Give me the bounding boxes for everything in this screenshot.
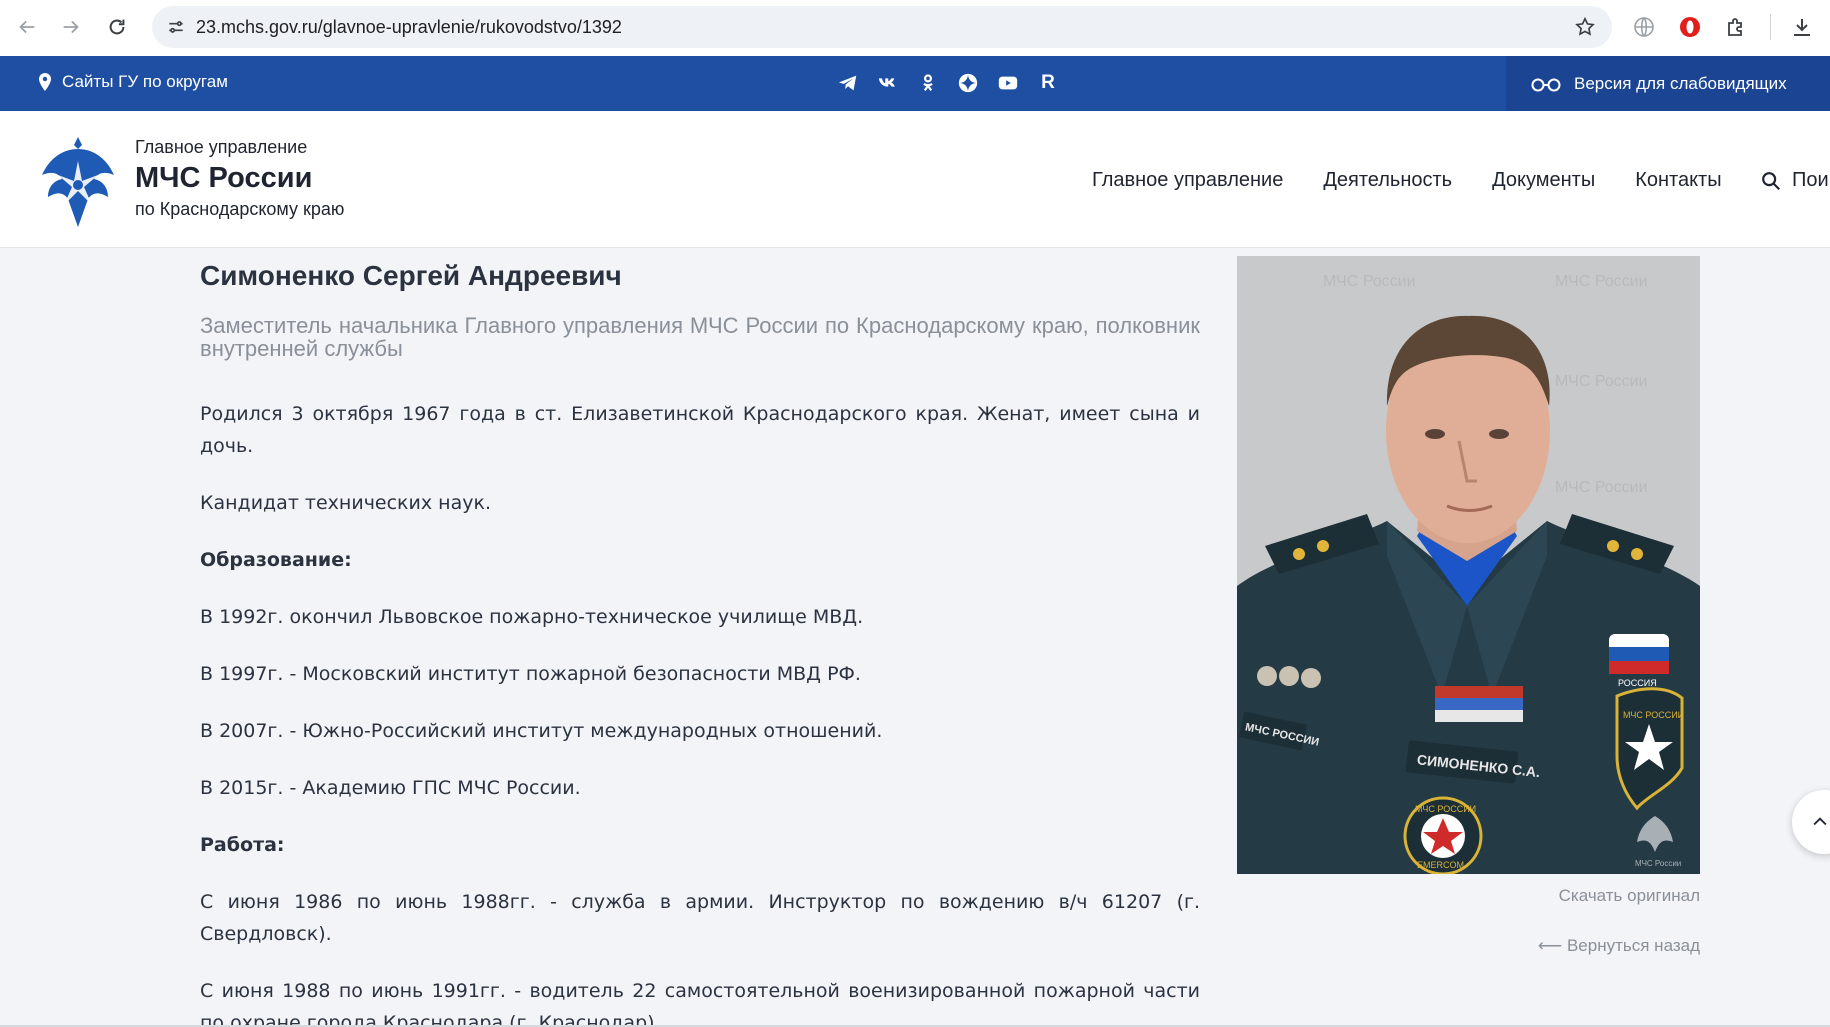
youtube-icon[interactable] (996, 69, 1020, 97)
browser-toolbar: 23.mchs.gov.ru/glavnoe-upravlenie/rukovo… (0, 0, 1830, 56)
url-text[interactable]: 23.mchs.gov.ru/glavnoe-upravlenie/rukovo… (196, 17, 622, 38)
main-navigation: Главное управление Деятельность Документ… (1092, 169, 1722, 192)
low-vision-version-link[interactable]: Версия для слабовидящих (1506, 56, 1830, 111)
flag-caption: РОССИЯ (1618, 678, 1657, 688)
work-item: С июня 1986 по июнь 1988гг. - служба в а… (200, 891, 1200, 945)
watermark-text: МЧС России (1323, 273, 1416, 290)
glasses-icon (1531, 78, 1561, 91)
location-pin-icon (39, 73, 51, 91)
site-info-icon[interactable] (160, 11, 192, 43)
forward-arrow-icon[interactable] (52, 8, 90, 46)
rutube-icon[interactable]: R (1036, 69, 1060, 97)
person-photo[interactable]: МЧС России МЧС России МЧС России МЧС Рос… (1237, 256, 1700, 874)
regional-sites-link[interactable]: Сайты ГУ по округам (38, 72, 228, 92)
bookmark-star-icon[interactable] (1570, 12, 1600, 42)
top-info-bar: Сайты ГУ по округам R Версия для слабови… (0, 56, 1830, 111)
person-position: Заместитель начальника Главного управлен… (200, 313, 1200, 361)
org-line-2: МЧС России (135, 162, 313, 194)
mchs-emblem-logo[interactable] (38, 131, 118, 231)
org-line-1: Главное управление (135, 137, 308, 157)
bio-degree: Кандидат технических наук. (200, 492, 491, 514)
reload-icon[interactable] (98, 8, 136, 46)
bio-birth: Родился 3 октября 1967 года в ст. Елизав… (200, 403, 1200, 457)
social-links: R (836, 69, 1060, 97)
organization-title[interactable]: Главное управление МЧС России по Краснод… (135, 137, 344, 220)
education-item: В 1997г. - Московский институт пожарной … (200, 663, 861, 685)
education-item: В 2007г. - Южно-Российский институт межд… (200, 720, 883, 742)
back-arrow-icon[interactable] (8, 8, 46, 46)
sleeve-patch-text: МЧС РОССИИ (1623, 710, 1684, 720)
vk-icon[interactable] (876, 69, 900, 97)
chevron-up-icon (1813, 817, 1827, 826)
badge-top-text: МЧС РОССИИ (1415, 804, 1476, 814)
education-item: В 1992г. окончил Львовское пожарно-техни… (200, 606, 864, 628)
low-vision-label: Версия для слабовидящих (1574, 73, 1787, 93)
dzen-icon[interactable] (956, 69, 980, 97)
search-button[interactable]: Пои (1760, 169, 1829, 192)
address-bar[interactable]: 23.mchs.gov.ru/glavnoe-upravlenie/rukovo… (152, 6, 1612, 48)
download-original-link[interactable]: Скачать оригинал (1400, 886, 1700, 906)
watermark-text: МЧС России (1555, 373, 1648, 390)
translate-globe-icon[interactable] (1626, 9, 1662, 45)
go-back-link[interactable]: ⟵ Вернуться назад (1400, 936, 1700, 956)
profile-content: Симоненко Сергей Андреевич Заместитель н… (200, 248, 1200, 1027)
search-icon (1762, 171, 1781, 190)
toolbar-divider (1770, 14, 1771, 40)
photo-corner-logo-text: МЧС России (1635, 859, 1681, 868)
education-item: В 2015г. - Академию ГПС МЧС России. (200, 777, 581, 799)
telegram-icon[interactable] (836, 69, 860, 97)
extensions-puzzle-icon[interactable] (1718, 9, 1754, 45)
nav-activity[interactable]: Деятельность (1323, 169, 1452, 192)
watermark-text: МЧС России (1555, 273, 1648, 290)
download-icon[interactable] (1784, 9, 1820, 45)
opera-extension-icon[interactable] (1672, 9, 1708, 45)
regional-sites-label: Сайты ГУ по округам (62, 72, 228, 91)
search-label: Пои (1792, 169, 1829, 191)
education-heading: Образование: (200, 549, 352, 571)
odnoklassniki-icon[interactable] (916, 69, 940, 97)
nav-main-directorate[interactable]: Главное управление (1092, 169, 1283, 192)
person-name: Симоненко Сергей Андреевич (200, 260, 622, 291)
site-header: Главное управление МЧС России по Краснод… (0, 111, 1830, 248)
nav-documents[interactable]: Документы (1492, 169, 1595, 192)
work-item: С июня 1988 по июнь 1991гг. - водитель 2… (200, 980, 1200, 1027)
watermark-text: МЧС России (1555, 479, 1648, 496)
org-line-3: по Краснодарскому краю (135, 199, 345, 219)
work-heading: Работа: (200, 834, 285, 856)
badge-bottom-text: EMERCOM (1417, 860, 1464, 870)
scroll-to-top-button[interactable] (1792, 790, 1830, 854)
nav-contacts[interactable]: Контакты (1635, 169, 1721, 192)
